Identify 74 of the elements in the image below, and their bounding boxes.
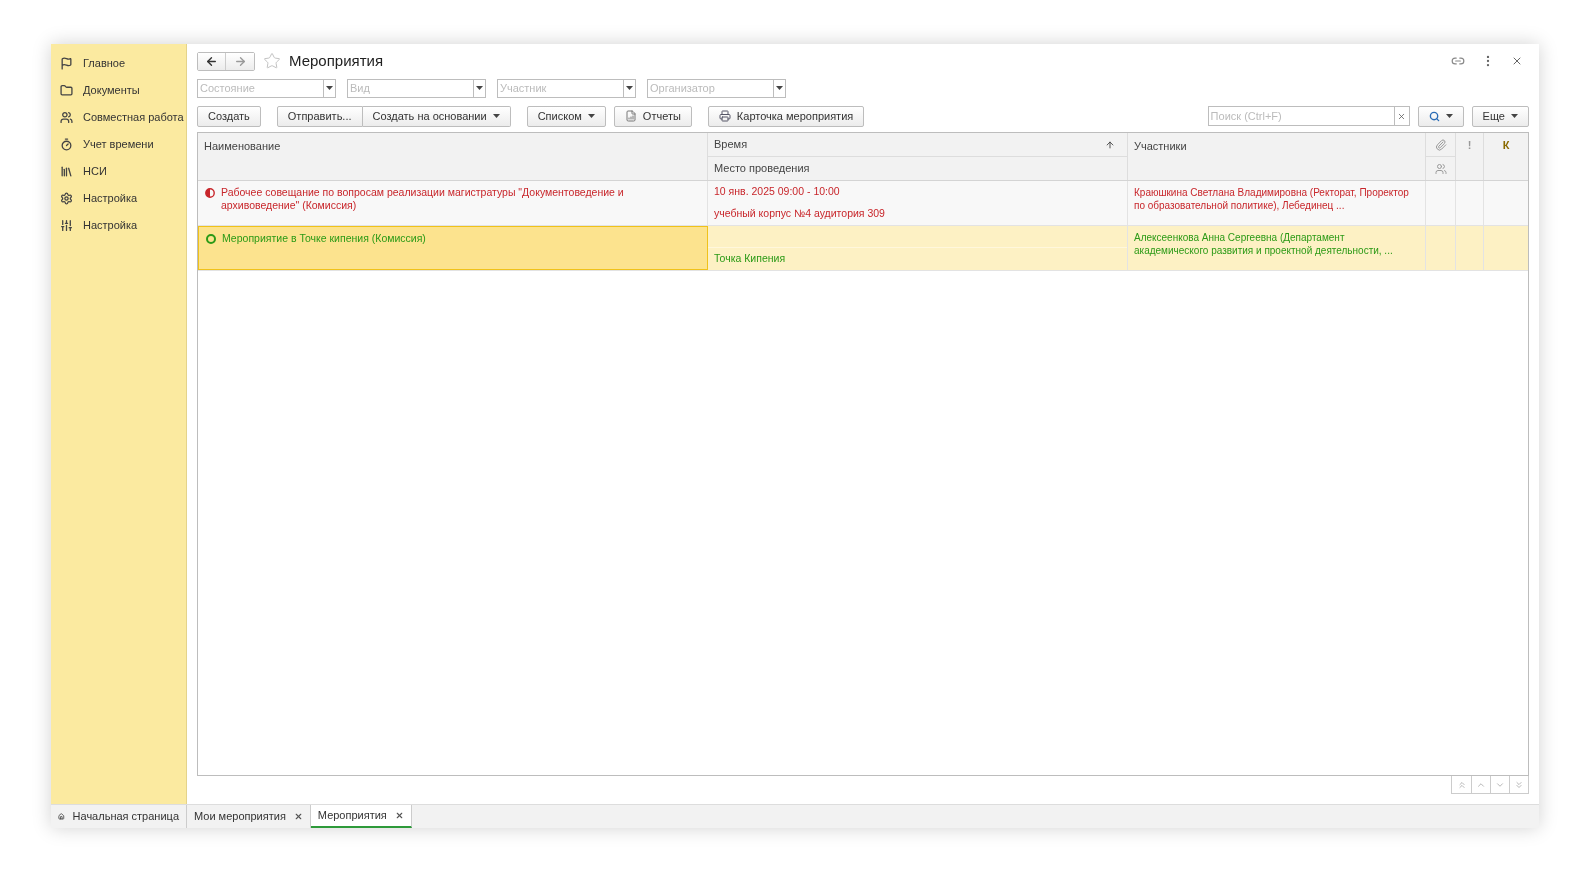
filter-field[interactable]: Участник	[497, 78, 624, 98]
caret-icon	[326, 86, 333, 90]
caret-icon	[476, 86, 483, 90]
close-tab-icon[interactable]	[394, 811, 404, 820]
double-down-chevron-icon	[1514, 779, 1524, 790]
clear-icon	[1397, 111, 1407, 121]
table-cell: Мероприятие в Точке кипения (Комиссия)	[198, 226, 708, 270]
search-icon	[1428, 110, 1440, 122]
column-header[interactable]: Наименование	[204, 140, 281, 152]
column-header[interactable]: Участники	[1134, 140, 1187, 152]
double-up-chevron-icon	[1456, 779, 1467, 790]
dropdown-button[interactable]	[774, 78, 786, 98]
table-cell-text: Алексеенкова Анна Сергеевна (Департамент академического развития и проектной деятельности, ...	[1134, 231, 1394, 257]
left-arrow-icon	[205, 54, 218, 68]
caret-icon	[587, 114, 595, 118]
link-icon[interactable]	[1451, 54, 1465, 68]
create-based-on-button[interactable]: Создать на основании	[362, 105, 511, 127]
timer-icon	[60, 138, 73, 151]
table-cell-text: Краюшкина Светлана Владимировна (Ректорат, Проректор по образовательной политике), Лебединец ...	[1134, 186, 1410, 212]
table-cell: Рабочее совещание по вопросам реализации магистратуры "Документоведение и архивоведение" (Комиссия)	[198, 181, 708, 225]
people-icon	[60, 111, 73, 124]
caret-icon	[492, 114, 500, 118]
report-icon	[624, 110, 637, 122]
sidebar-item[interactable]: Совместная работа	[51, 104, 186, 131]
back-button[interactable]	[198, 52, 226, 70]
filter-field[interactable]: Организатор	[647, 78, 774, 98]
sidebar-item[interactable]: Настройка	[51, 185, 186, 212]
sidebar-item[interactable]: Главное	[51, 50, 186, 77]
dropdown-button[interactable]	[624, 78, 636, 98]
filter-field[interactable]: Вид	[347, 78, 474, 98]
table-cell: 10 янв. 2025 09:00 - 10:00	[714, 184, 840, 200]
table-cell: учебный корпус №4 аудитория 309	[714, 206, 885, 222]
event-card-button[interactable]: Карточка мероприятия	[707, 105, 865, 127]
table-cell: Точка Кипения	[714, 251, 786, 267]
books-icon	[60, 165, 73, 178]
sliders-icon	[60, 219, 73, 232]
gear-icon	[60, 192, 73, 205]
close-tab-icon[interactable]	[293, 812, 303, 821]
star-icon[interactable]	[263, 52, 281, 70]
column-header[interactable]: К	[1502, 137, 1510, 180]
caret-icon	[1445, 114, 1453, 118]
caret-icon	[776, 86, 783, 90]
caret-icon	[626, 86, 633, 90]
right-arrow-icon	[233, 54, 247, 68]
paperclip-icon[interactable]	[1434, 138, 1447, 151]
table-row[interactable]	[198, 181, 1528, 226]
home-icon	[58, 811, 65, 822]
window-tab[interactable]: Начальная страница	[51, 805, 187, 828]
sidebar-item[interactable]: Настройка	[51, 212, 186, 239]
page-title: Мероприятия	[289, 50, 384, 71]
folder-icon	[60, 84, 73, 97]
search-button[interactable]	[1417, 105, 1464, 127]
sidebar-item[interactable]: НСИ	[51, 158, 186, 185]
close-icon[interactable]	[1511, 55, 1523, 67]
search-field[interactable]: Поиск (Ctrl+F)	[1207, 106, 1395, 126]
caret-icon	[1511, 114, 1518, 118]
column-header[interactable]: Место проведения	[714, 160, 810, 177]
reports-button[interactable]: Отчеты	[613, 105, 692, 127]
sort-ascending-icon[interactable]	[1105, 139, 1115, 150]
list-view-button[interactable]: Списком	[526, 105, 606, 127]
clear-button[interactable]	[1394, 106, 1410, 126]
dropdown-button[interactable]	[474, 78, 486, 98]
dropdown-button[interactable]	[324, 78, 336, 98]
column-header[interactable]: Время	[714, 136, 748, 153]
printer-icon	[718, 110, 731, 122]
filter-field[interactable]: Состояние	[197, 78, 324, 98]
send-button[interactable]: Отправить...	[276, 105, 363, 127]
flag-icon	[60, 57, 73, 70]
more-button[interactable]: Еще	[1471, 105, 1529, 127]
window-tab[interactable]: Мероприятия	[310, 805, 412, 828]
sidebar-item[interactable]: Учет времени	[51, 131, 186, 158]
create-button[interactable]: Создать	[197, 105, 261, 127]
window-tab[interactable]: Мои мероприятия	[187, 805, 311, 828]
sidebar-item[interactable]: Документы	[51, 77, 186, 104]
